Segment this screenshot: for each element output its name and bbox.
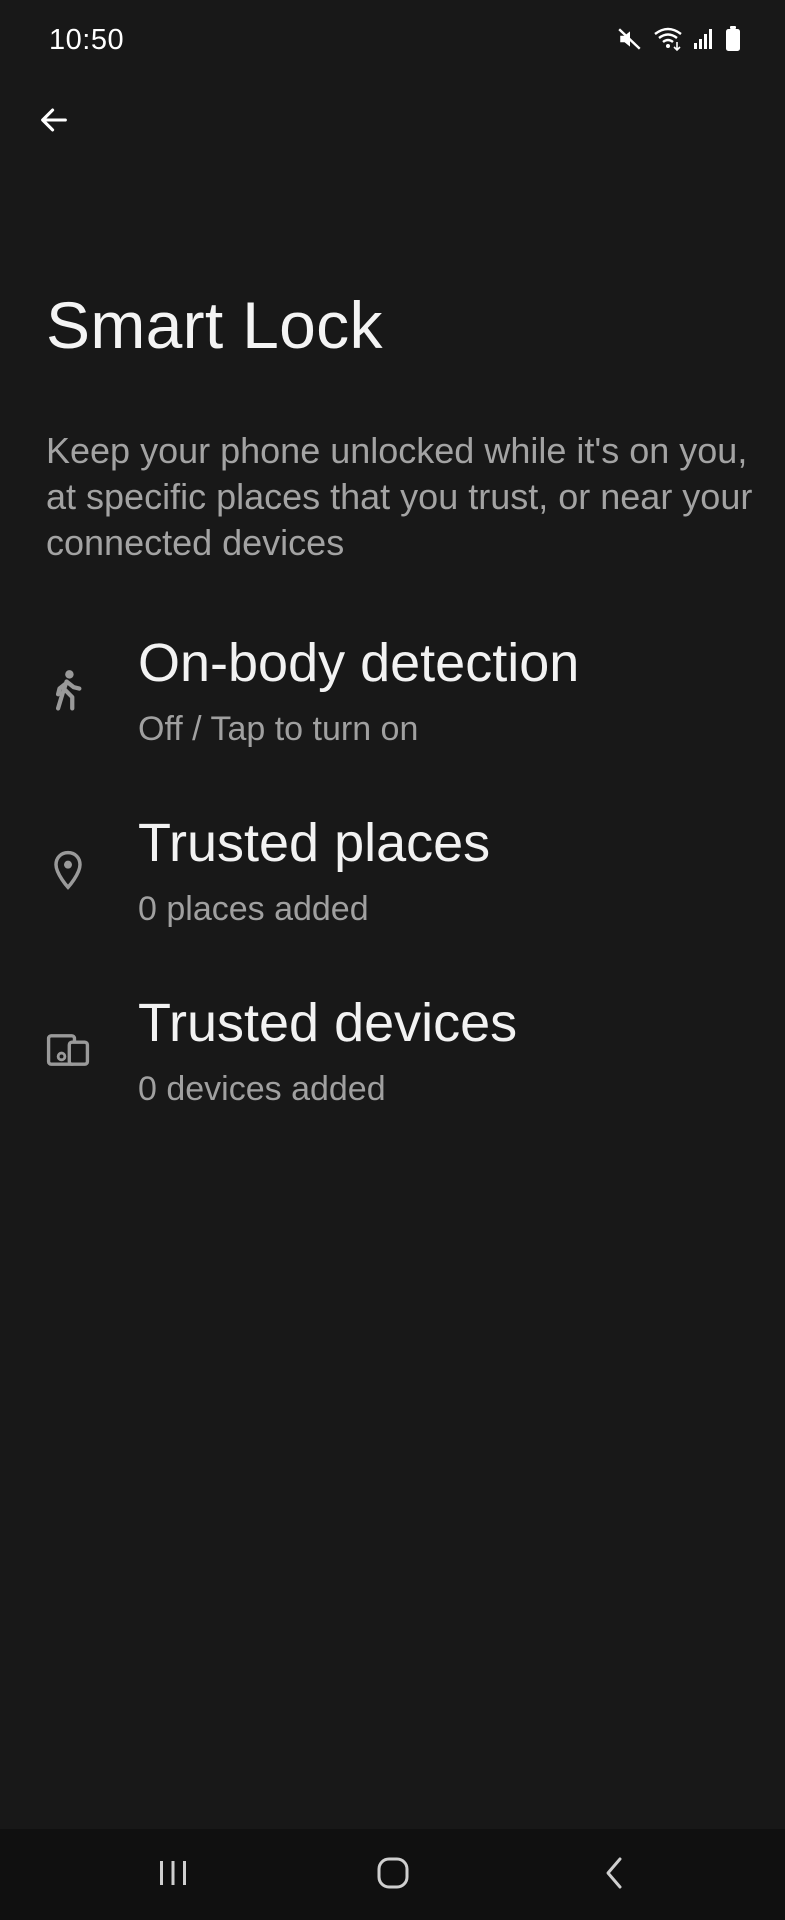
- setting-subtitle: 0 places added: [138, 890, 369, 928]
- back-nav-button[interactable]: [582, 1843, 646, 1907]
- location-pin-icon: [46, 848, 90, 892]
- setting-subtitle: Off / Tap to turn on: [138, 710, 419, 748]
- recent-apps-icon: [157, 1859, 189, 1892]
- devices-icon: [46, 1028, 90, 1072]
- status-icons: [617, 26, 741, 52]
- recent-apps-button[interactable]: [141, 1843, 205, 1907]
- status-bar: 10:50: [0, 0, 785, 84]
- page-title: Smart Lock: [46, 288, 383, 362]
- setting-on-body-detection[interactable]: On-body detection Off / Tap to turn on: [0, 620, 785, 800]
- signal-icon: [693, 28, 715, 50]
- settings-list: On-body detection Off / Tap to turn on T…: [0, 620, 785, 1160]
- setting-trusted-devices[interactable]: Trusted devices 0 devices added: [0, 980, 785, 1160]
- home-icon: [376, 1856, 410, 1895]
- arrow-back-icon: [37, 103, 71, 142]
- mute-icon: [617, 26, 643, 52]
- setting-subtitle: 0 devices added: [138, 1070, 386, 1108]
- walking-person-icon: [46, 668, 90, 712]
- home-button[interactable]: [361, 1843, 425, 1907]
- wifi-icon: [653, 26, 683, 52]
- setting-title: Trusted devices: [138, 993, 518, 1053]
- navigation-bar: [0, 1829, 785, 1920]
- setting-title: On-body detection: [138, 633, 580, 693]
- status-time: 10:50: [49, 24, 125, 56]
- battery-icon: [725, 26, 741, 52]
- setting-trusted-places[interactable]: Trusted places 0 places added: [0, 800, 785, 980]
- back-button[interactable]: [28, 96, 80, 148]
- page-description: Keep your phone unlocked while it's on y…: [46, 430, 753, 563]
- back-nav-icon: [602, 1856, 626, 1895]
- setting-title: Trusted places: [138, 813, 491, 873]
